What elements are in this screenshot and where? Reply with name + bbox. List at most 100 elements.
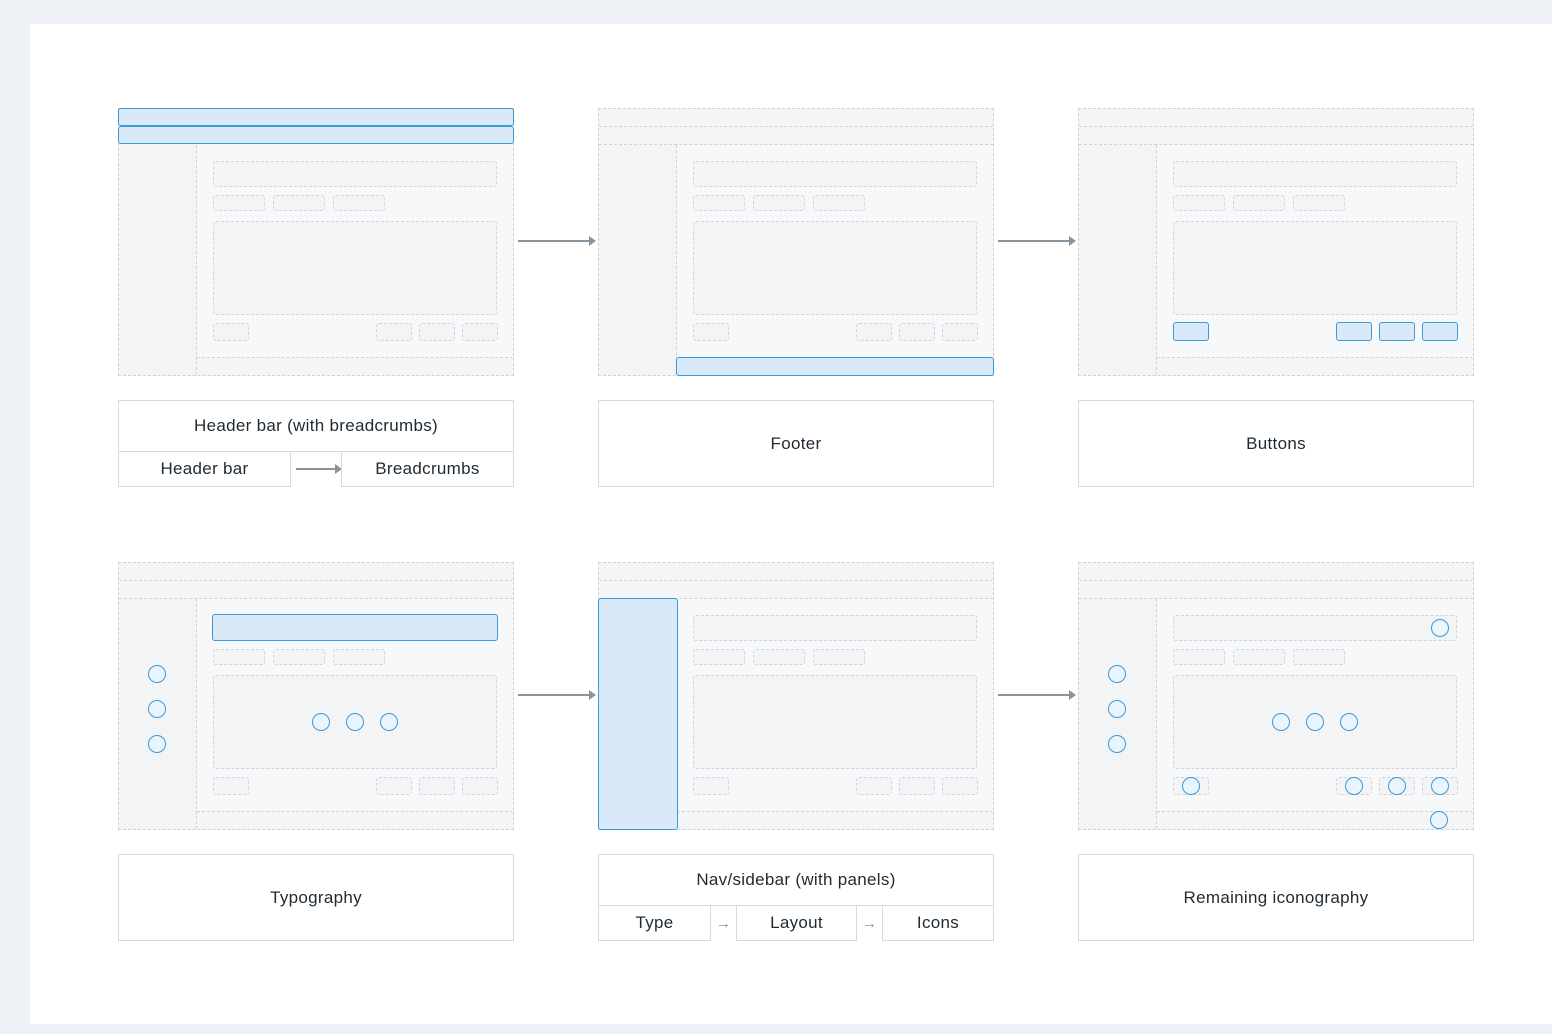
wireframe-content bbox=[213, 221, 497, 315]
label-nav-title-text: Nav/sidebar (with panels) bbox=[696, 870, 896, 889]
label-header-title: Header bar (with breadcrumbs) bbox=[118, 400, 514, 452]
wireframe-nav-panel bbox=[598, 562, 994, 830]
highlight-breadcrumbs bbox=[118, 126, 514, 144]
label-step-header-bar: Header bar bbox=[118, 451, 291, 487]
wireframe-breadcrumbs bbox=[1079, 127, 1473, 145]
wireframe-content bbox=[693, 221, 977, 315]
label-buttons: Buttons bbox=[1078, 400, 1474, 487]
circle-icon bbox=[1430, 811, 1448, 829]
wireframe-iconography-panel bbox=[1078, 562, 1474, 830]
wireframe-sidebar bbox=[599, 145, 677, 375]
wireframe-tab bbox=[1293, 195, 1345, 211]
step-type-text: Type bbox=[635, 913, 674, 932]
wireframe-tab bbox=[753, 195, 805, 211]
circle-icon bbox=[1345, 777, 1363, 795]
wireframe-button bbox=[213, 777, 249, 795]
wireframe-button bbox=[1173, 777, 1209, 795]
wireframe-breadcrumbs bbox=[599, 127, 993, 145]
highlight-title-bar bbox=[212, 614, 498, 641]
wireframe-tab bbox=[813, 195, 865, 211]
label-nav-title: Nav/sidebar (with panels) bbox=[598, 854, 994, 906]
wireframe-button bbox=[462, 777, 498, 795]
wireframe-tab bbox=[693, 649, 745, 665]
wireframe-sidebar bbox=[119, 599, 197, 829]
wireframe-sidebar bbox=[1079, 145, 1157, 375]
arrow-right-icon bbox=[518, 236, 596, 246]
label-typography-text: Typography bbox=[270, 887, 362, 907]
step-icons-text: Icons bbox=[916, 913, 960, 932]
circle-icon bbox=[1431, 777, 1449, 795]
circle-icon bbox=[1388, 777, 1406, 795]
wireframe-title-bar bbox=[1173, 615, 1457, 641]
circle-icon bbox=[1340, 713, 1358, 731]
circle-icon bbox=[1108, 665, 1126, 683]
wireframe-button bbox=[376, 323, 412, 341]
circle-icon bbox=[1431, 619, 1449, 637]
arrow-right-icon: → bbox=[716, 914, 731, 932]
wireframe-sidebar bbox=[1079, 599, 1157, 829]
wireframe-footer bbox=[1157, 357, 1473, 375]
wireframe-tab bbox=[753, 649, 805, 665]
wireframe-content bbox=[693, 675, 977, 769]
step-breadcrumbs-text: Breadcrumbs bbox=[375, 459, 480, 478]
wireframe-typography-panel bbox=[118, 562, 514, 830]
wireframe-footer-panel bbox=[598, 108, 994, 376]
wireframe-sidebar bbox=[119, 145, 197, 375]
highlight-button bbox=[1379, 322, 1415, 341]
wireframe-breadcrumbs bbox=[599, 581, 993, 599]
circle-icon bbox=[1108, 700, 1126, 718]
wireframe-header-bar bbox=[119, 563, 513, 581]
wireframe-footer bbox=[197, 357, 513, 375]
wireframe-breadcrumbs bbox=[119, 581, 513, 599]
label-step-icons: Icons bbox=[882, 905, 994, 941]
label-buttons-text: Buttons bbox=[1246, 433, 1306, 453]
wireframe-tab bbox=[1173, 195, 1225, 211]
wireframe-header-bar bbox=[1079, 109, 1473, 127]
arrow-right-icon bbox=[998, 690, 1076, 700]
highlight-button bbox=[1173, 322, 1209, 341]
circle-icon bbox=[1272, 713, 1290, 731]
highlight-sidebar bbox=[598, 598, 678, 830]
wireframe-footer bbox=[197, 811, 513, 829]
wireframe-button bbox=[1422, 777, 1458, 795]
wireframe-tab bbox=[273, 649, 325, 665]
wireframe-button bbox=[942, 323, 978, 341]
wireframe-content bbox=[1173, 221, 1457, 315]
highlight-header-bar bbox=[118, 108, 514, 126]
wireframe-breadcrumbs bbox=[1079, 581, 1473, 599]
wireframe-button bbox=[856, 323, 892, 341]
label-iconography: Remaining iconography bbox=[1078, 854, 1474, 941]
wireframe-button bbox=[1379, 777, 1415, 795]
wireframe-title-bar bbox=[213, 161, 497, 187]
wireframe-button bbox=[899, 777, 935, 795]
label-step-breadcrumbs: Breadcrumbs bbox=[341, 451, 514, 487]
circle-icon bbox=[148, 700, 166, 718]
wireframe-footer bbox=[1157, 811, 1473, 829]
arrow-right-icon: → bbox=[862, 914, 877, 932]
wireframe-button bbox=[942, 777, 978, 795]
wireframe-button bbox=[693, 323, 729, 341]
circle-icon bbox=[312, 713, 330, 731]
wireframe-header-bar bbox=[599, 109, 993, 127]
wireframe-content bbox=[213, 675, 497, 769]
wireframe-tab bbox=[693, 195, 745, 211]
circle-icon bbox=[1108, 735, 1126, 753]
circle-icon bbox=[1182, 777, 1200, 795]
circle-icon bbox=[148, 735, 166, 753]
circle-icon bbox=[346, 713, 364, 731]
wireframe-tab bbox=[1173, 649, 1225, 665]
wireframe-tab bbox=[333, 649, 385, 665]
circle-icon bbox=[380, 713, 398, 731]
circle-icon bbox=[148, 665, 166, 683]
wireframe-tab bbox=[213, 195, 265, 211]
wireframe-button bbox=[1336, 777, 1372, 795]
highlight-button bbox=[1336, 322, 1372, 341]
wireframe-content bbox=[1173, 675, 1457, 769]
circle-icon bbox=[1306, 713, 1324, 731]
step-header-bar-text: Header bar bbox=[160, 459, 249, 478]
wireframe-tab bbox=[1233, 195, 1285, 211]
step-layout-text: Layout bbox=[770, 913, 823, 932]
wireframe-tab bbox=[813, 649, 865, 665]
wireframe-tab bbox=[273, 195, 325, 211]
wireframe-button bbox=[462, 323, 498, 341]
